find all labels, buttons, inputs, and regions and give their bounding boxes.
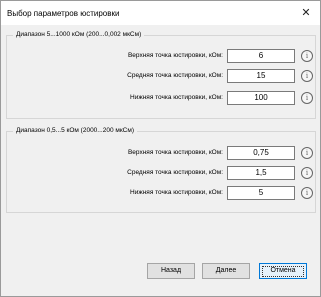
- row-label: Средняя точка юстировки, кОм:: [127, 72, 223, 79]
- back-button[interactable]: Назад: [147, 263, 195, 279]
- cancel-button[interactable]: Отмена: [259, 263, 307, 279]
- window-title: Выбор параметров юстировки: [7, 9, 120, 18]
- group-title: Диапазон 5...1000 кОм (200...0,002 мкСм): [13, 31, 145, 38]
- lower-point-input[interactable]: 100: [227, 91, 295, 105]
- row-label: Нижняя точка юстировки, кОм:: [130, 189, 223, 196]
- row-lower-point: Нижняя точка юстировки, кОм: 5 i: [7, 186, 315, 200]
- group-title: Диапазон 0,5...5 кОм (2000...200 мкСм): [13, 127, 138, 134]
- row-upper-point: Верхняя точка юстировки, кОм: 6 i: [7, 49, 315, 63]
- range-group-high: Диапазон 5...1000 кОм (200...0,002 мкСм)…: [6, 31, 316, 119]
- title-bar: Выбор параметров юстировки ✕: [1, 1, 320, 25]
- middle-point-input[interactable]: 15: [227, 69, 295, 83]
- info-icon[interactable]: i: [301, 147, 313, 159]
- cancel-button-label: Отмена: [270, 267, 296, 274]
- upper-point-input[interactable]: 6: [227, 49, 295, 63]
- upper-point-input[interactable]: 0,75: [227, 146, 295, 160]
- row-label: Нижняя точка юстировки, кОм:: [130, 94, 223, 101]
- info-icon[interactable]: i: [301, 167, 313, 179]
- row-label: Верхняя точка юстировки, кОм:: [127, 149, 223, 156]
- row-upper-point: Верхняя точка юстировки, кОм: 0,75 i: [7, 146, 315, 160]
- calibration-dialog: Выбор параметров юстировки ✕ Диапазон 5.…: [0, 0, 321, 297]
- row-lower-point: Нижняя точка юстировки, кОм: 100 i: [7, 91, 315, 105]
- range-group-low: Диапазон 0,5...5 кОм (2000...200 мкСм) В…: [6, 127, 316, 213]
- close-icon[interactable]: ✕: [294, 3, 318, 23]
- info-icon[interactable]: i: [301, 70, 313, 82]
- info-icon[interactable]: i: [301, 92, 313, 104]
- info-icon[interactable]: i: [301, 187, 313, 199]
- row-label: Средняя точка юстировки, кОм:: [127, 169, 223, 176]
- next-button[interactable]: Далее: [202, 263, 250, 279]
- info-icon[interactable]: i: [301, 50, 313, 62]
- lower-point-input[interactable]: 5: [227, 186, 295, 200]
- middle-point-input[interactable]: 1,5: [227, 166, 295, 180]
- row-label: Верхняя точка юстировки, кОм:: [127, 52, 223, 59]
- row-middle-point: Средняя точка юстировки, кОм: 15 i: [7, 69, 315, 83]
- row-middle-point: Средняя точка юстировки, кОм: 1,5 i: [7, 166, 315, 180]
